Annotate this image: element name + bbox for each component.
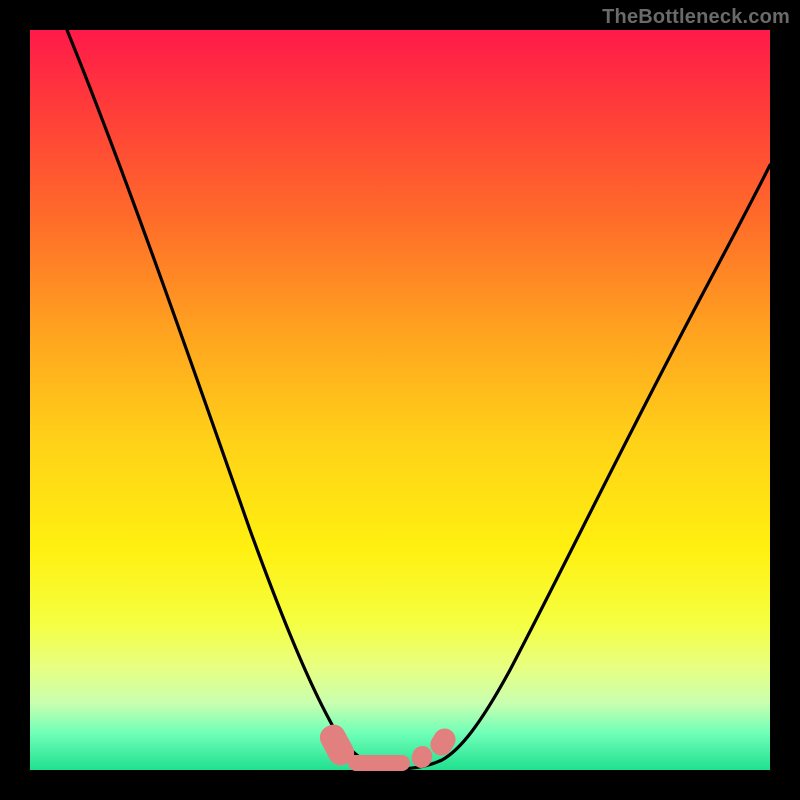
plot-area — [30, 30, 770, 770]
optimal-marker-mid — [348, 755, 410, 771]
watermark-text: TheBottleneck.com — [602, 6, 790, 29]
curve-path — [67, 30, 770, 769]
bottleneck-curve — [30, 30, 770, 770]
chart-frame: TheBottleneck.com — [0, 0, 800, 800]
